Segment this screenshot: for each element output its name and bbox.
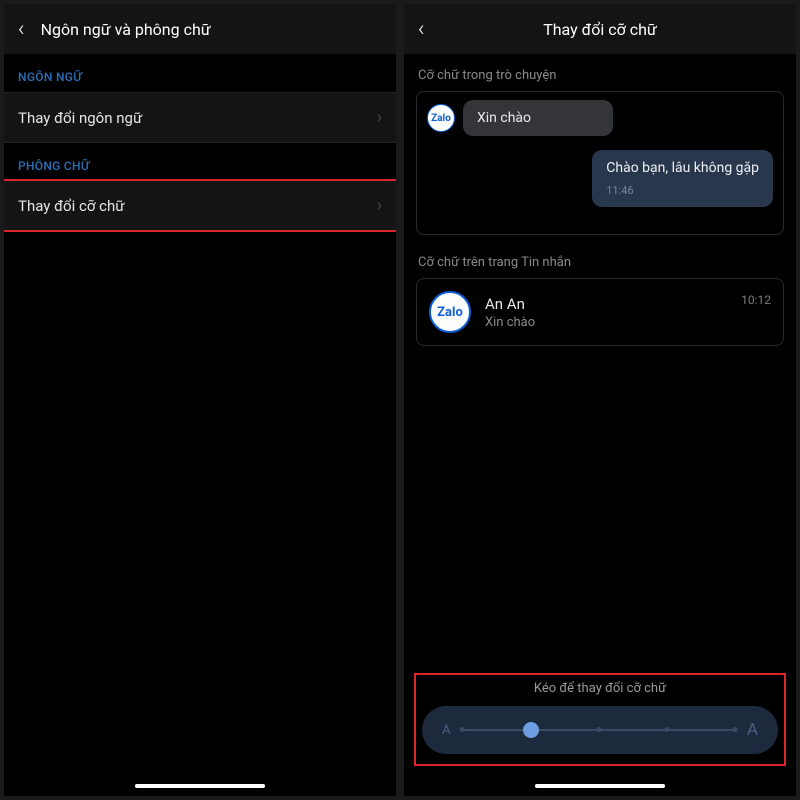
slider-thumb[interactable] bbox=[523, 722, 539, 738]
outgoing-bubble: Chào bạn, lâu không gặp 11:46 bbox=[592, 150, 773, 207]
slider-tick bbox=[664, 727, 669, 732]
slider-track[interactable] bbox=[462, 729, 734, 731]
slider-tick bbox=[460, 727, 465, 732]
home-indicator[interactable] bbox=[135, 784, 265, 788]
spacer bbox=[404, 354, 796, 673]
phone-screen-left: ‹ Ngôn ngữ và phông chữ NGÔN NGỮ Thay đổ… bbox=[4, 4, 396, 796]
phone-screen-right: ‹ Thay đổi cỡ chữ Cỡ chữ trong trò chuyệ… bbox=[404, 4, 796, 796]
slider-large-a-icon: A bbox=[747, 720, 758, 740]
message-list-item[interactable]: Zalo An An Xin chào 10:12 bbox=[416, 278, 784, 346]
chevron-right-icon: › bbox=[377, 195, 382, 216]
chat-preview-frame: Zalo Xin chào Chào bạn, lâu không gặp 11… bbox=[416, 91, 784, 235]
header-left: ‹ Ngôn ngữ và phông chữ bbox=[4, 4, 396, 54]
row-change-language-label: Thay đổi ngôn ngữ bbox=[18, 109, 142, 127]
home-indicator[interactable] bbox=[535, 784, 665, 788]
page-title: Ngôn ngữ và phông chữ bbox=[41, 20, 211, 39]
chevron-right-icon: › bbox=[377, 107, 382, 128]
slider-small-a-icon: A bbox=[442, 723, 450, 738]
header-right: ‹ Thay đổi cỡ chữ bbox=[404, 4, 796, 54]
outgoing-time: 11:46 bbox=[606, 184, 759, 197]
slider-label: Kéo để thay đổi cỡ chữ bbox=[422, 681, 778, 696]
content-left: NGÔN NGỮ Thay đổi ngôn ngữ › PHÔNG CHỮ T… bbox=[4, 54, 396, 796]
zalo-avatar-icon: Zalo bbox=[427, 104, 455, 132]
row-change-font-size-label: Thay đổi cỡ chữ bbox=[18, 197, 125, 215]
row-change-font-size[interactable]: Thay đổi cỡ chữ › bbox=[4, 179, 396, 232]
contact-name: An An bbox=[485, 295, 535, 313]
font-size-slider[interactable]: A A bbox=[422, 706, 778, 754]
incoming-bubble: Xin chào bbox=[463, 100, 613, 136]
outgoing-text: Chào bạn, lâu không gặp bbox=[606, 160, 759, 176]
page-title: Thay đổi cỡ chữ bbox=[404, 20, 796, 39]
slider-tick bbox=[732, 727, 737, 732]
chat-preview-label: Cỡ chữ trong trò chuyện bbox=[404, 54, 796, 91]
back-icon[interactable]: ‹ bbox=[18, 17, 25, 42]
list-preview-label: Cỡ chữ trên trang Tin nhắn bbox=[404, 241, 796, 278]
section-language-label: NGÔN NGỮ bbox=[4, 54, 396, 92]
zalo-avatar-icon: Zalo bbox=[429, 291, 471, 333]
font-size-slider-wrap: Kéo để thay đổi cỡ chữ A A bbox=[414, 673, 786, 766]
message-list-texts: An An Xin chào bbox=[485, 295, 535, 330]
section-font-label: PHÔNG CHỮ bbox=[4, 143, 396, 181]
content-right: Cỡ chữ trong trò chuyện Zalo Xin chào Ch… bbox=[404, 54, 796, 796]
row-change-language[interactable]: Thay đổi ngôn ngữ › bbox=[4, 92, 396, 143]
contact-time: 10:12 bbox=[741, 293, 771, 307]
slider-tick bbox=[596, 727, 601, 732]
contact-preview: Xin chào bbox=[485, 315, 535, 330]
chat-area: Zalo Xin chào Chào bạn, lâu không gặp 11… bbox=[427, 100, 773, 230]
